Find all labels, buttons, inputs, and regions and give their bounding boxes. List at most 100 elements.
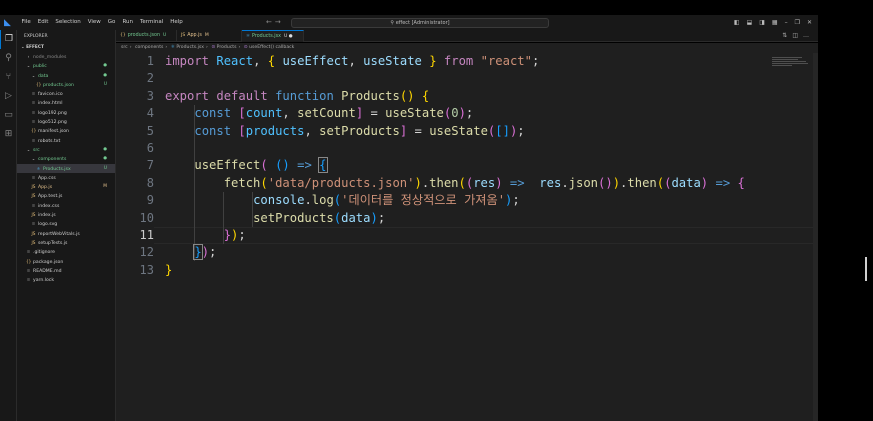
close-icon[interactable]: ✕ [807, 15, 812, 30]
tree-file[interactable]: JS setupTests.js [17, 238, 115, 247]
breadcrumb-item[interactable]: useEffect() callback [249, 45, 294, 50]
tree-file[interactable]: ≡ App.css [17, 173, 115, 182]
menu-terminal[interactable]: Terminal [136, 15, 166, 30]
line-number: 2 [146, 71, 154, 86]
customize-layout-icon[interactable]: ▦ [772, 15, 778, 30]
menu-edit[interactable]: Edit [34, 15, 52, 30]
tree-item-label: setupTests.js [38, 240, 68, 246]
search-icon[interactable]: ⚲ [0, 49, 17, 68]
menu-help[interactable]: Help [167, 15, 187, 30]
tree-file[interactable]: {} manifest.json [17, 126, 115, 135]
breadcrumb-item[interactable]: components [135, 45, 163, 50]
tree-file[interactable]: ⚛ Products.jsx U [17, 163, 115, 173]
tree-file[interactable]: JS App.js M [17, 182, 115, 191]
tab-app-js[interactable]: JS App.js M [177, 30, 242, 42]
screen-edge-marker [865, 257, 867, 281]
tree-item-label: logo192.png [38, 110, 67, 116]
chevron-right-icon: › [206, 45, 208, 50]
tree-item-label: App.test.js [38, 194, 63, 200]
remote-explorer-icon[interactable]: ▭ [0, 106, 17, 125]
file-icon: ≡ [31, 221, 36, 227]
tree-file[interactable]: ≡ logo192.png [17, 108, 115, 117]
menu-selection[interactable]: Selection [52, 15, 84, 30]
tree-file[interactable]: JS index.js [17, 210, 115, 219]
tree-item-label: logo.svg [38, 222, 58, 228]
tree-item-label: yarn.lock [33, 278, 54, 284]
breadcrumb-item[interactable]: Products [217, 45, 237, 50]
tree-file[interactable]: {} package.json [17, 257, 115, 266]
tree-item-label: index.html [38, 101, 63, 107]
file-icon: ≡ [26, 267, 31, 273]
tree-file[interactable]: ≡ logo.svg [17, 219, 115, 228]
tree-file[interactable]: ≡ favicon.ico [17, 89, 115, 98]
source-control-icon[interactable]: ⑂ [0, 68, 17, 87]
more-actions-icon[interactable]: … [803, 32, 814, 39]
explorer-icon[interactable]: ❐ [0, 30, 17, 49]
line-number: 11 [139, 227, 154, 242]
tab-products-json[interactable]: {} products.json U [116, 30, 177, 42]
menu-run[interactable]: Run [119, 15, 137, 30]
split-editor-icon[interactable]: ◫ [792, 32, 803, 39]
line-number: 5 [146, 123, 154, 138]
tree-folder[interactable]: ⌄ public ● [17, 61, 115, 70]
tree-item-label: public [33, 64, 47, 70]
extensions-icon[interactable]: ⊞ [0, 125, 17, 144]
tree-folder[interactable]: › node_modules [17, 52, 115, 61]
nav-back-forward-icons[interactable]: ←→ [266, 15, 284, 30]
breadcrumb-item[interactable]: Products.jsx [176, 45, 204, 50]
tree-file[interactable]: ≡ index.css [17, 201, 115, 210]
git-status-badge: ● [103, 63, 107, 69]
tree-file[interactable]: ≡ robots.txt [17, 136, 115, 145]
breadcrumb-item[interactable]: src [121, 45, 128, 50]
file-icon: ≡ [31, 202, 36, 208]
toggle-sidebar-icon[interactable]: ◧ [734, 15, 740, 30]
run-debug-icon[interactable]: ▷ [0, 87, 17, 106]
chevron-right-icon: › [238, 45, 241, 50]
command-center-search[interactable]: ⚲ effect [Administrator] [291, 17, 549, 28]
tree-file[interactable]: ≡ README.md [17, 266, 115, 275]
menu-file[interactable]: File [18, 15, 34, 30]
tree-folder[interactable]: ⌄ components ● [17, 154, 115, 163]
tree-item-label: components [38, 157, 67, 163]
menu-view[interactable]: View [84, 15, 104, 30]
json-file-icon: {} [120, 33, 126, 38]
tree-file[interactable]: ≡ logo512.png [17, 117, 115, 126]
file-tree: › node_modules ⌄ public ● ⌄ data ●{} products.js… [17, 52, 115, 284]
code-editor[interactable]: 1 2 3 4 5 6 7 8 9 10 11 12 13 import React, { useEff… [116, 53, 818, 421]
file-icon: ≡ [31, 174, 36, 180]
toggle-secondary-sidebar-icon[interactable]: ◨ [759, 15, 765, 30]
tree-file[interactable]: {} products.json U [17, 80, 115, 89]
code-line-1: import React, { useEffect, useState } fr… [165, 54, 540, 68]
tree-file[interactable]: JS App.test.js [17, 191, 115, 200]
tab-products-jsx[interactable]: ⚛ Products.jsx U ● [242, 30, 304, 42]
workspace-root[interactable]: ⌄ EFFECT [17, 44, 115, 52]
tree-item-label: robots.txt [38, 138, 61, 144]
tree-folder[interactable]: ⌄ data ● [17, 71, 115, 80]
tree-file[interactable]: JS reportWebVitals.js [17, 229, 115, 238]
tab-status: U [163, 33, 167, 38]
tree-file[interactable]: ≡ index.html [17, 98, 115, 107]
workspace-root-label: EFFECT [26, 45, 44, 50]
tree-file[interactable]: ≡ .gitignore [17, 247, 115, 256]
tree-item-label: index.js [38, 213, 56, 219]
restore-icon[interactable]: ❐ [795, 15, 800, 30]
tree-item-label: App.css [38, 175, 56, 181]
line-number-gutter: 1 2 3 4 5 6 7 8 9 10 11 12 13 [116, 53, 154, 279]
minimize-icon[interactable]: – [785, 15, 788, 30]
minimap[interactable] [772, 56, 812, 76]
tree-item-label: favicon.ico [38, 92, 63, 98]
tab-status: M [204, 33, 209, 38]
compare-icon[interactable]: ⇅ [782, 32, 792, 39]
tree-item-label: package.json [33, 259, 64, 265]
js-file-icon: JS [31, 184, 36, 190]
tree-item-label: manifest.json [38, 129, 69, 135]
tree-file[interactable]: ≡ yarn.lock [17, 275, 115, 284]
tree-folder[interactable]: ⌄ src ● [17, 145, 115, 154]
code-content[interactable]: import React, { useEffect, useState } fr… [165, 53, 745, 279]
tree-item-label: README.md [33, 268, 62, 274]
command-center-label: effect [Administrator] [395, 19, 450, 26]
toggle-panel-icon[interactable]: ⬓ [747, 15, 753, 30]
menu-go[interactable]: Go [104, 15, 119, 30]
